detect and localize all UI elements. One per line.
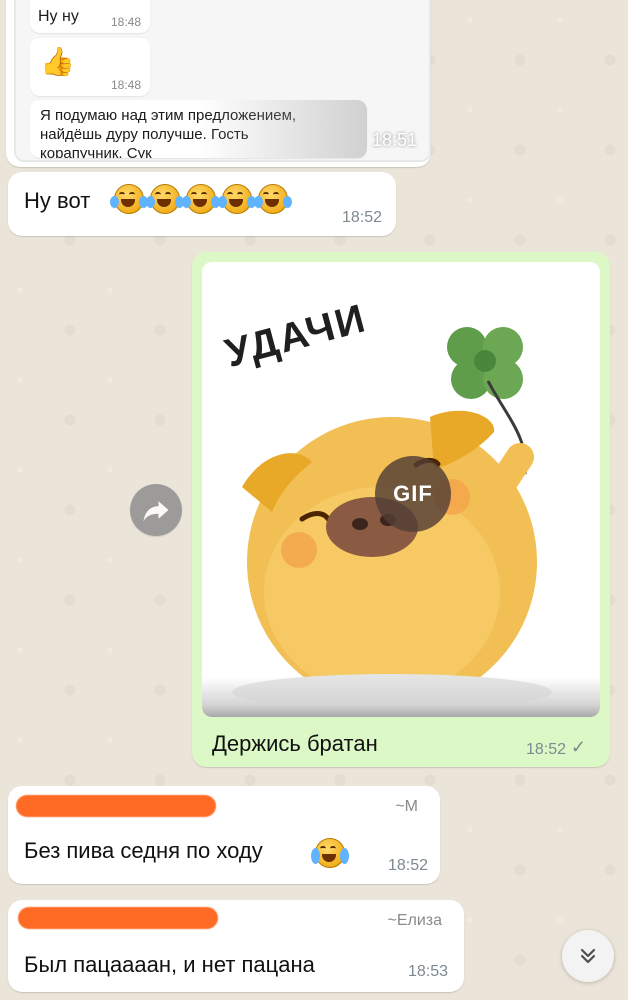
gif-caption: Держись братан — [212, 731, 378, 756]
quoted-message-1: Ну ну 18:48 — [30, 0, 150, 33]
forwarded-block-time: 18:51 — [371, 130, 417, 150]
sender-tag: ~Елиза — [387, 912, 442, 929]
message-text: Без пива седня по ходу — [24, 838, 263, 863]
rolling-on-floor-laughing-icon — [218, 182, 256, 216]
gif-bottom-shadow — [202, 677, 600, 717]
gif-preview[interactable]: УДАЧИ GIF — [202, 262, 600, 717]
message-time: 18:53 — [407, 963, 448, 980]
quoted-message-3-text: Я подумаю над этим предложением, найдёшь… — [40, 107, 297, 158]
redacted-sender-name — [18, 907, 218, 929]
message-text: Был пацаааан, и нет пацана — [24, 952, 315, 977]
double-chevron-down-icon — [580, 948, 596, 964]
rolling-on-floor-laughing-icon — [110, 182, 148, 216]
message-bubble-nu-vot[interactable]: Ну вот 18:52 — [8, 172, 396, 236]
message-time: 18:52 — [341, 209, 382, 226]
thumbs-up-icon: 👍 — [40, 46, 75, 77]
scroll-down-button[interactable] — [562, 930, 614, 982]
quoted-message-1-time: 18:48 — [110, 15, 141, 29]
laughing-emoji-row — [110, 182, 292, 216]
forward-button[interactable] — [130, 484, 182, 536]
rolling-on-floor-laughing-icon — [254, 182, 292, 216]
rolling-on-floor-laughing-icon — [182, 182, 220, 216]
quoted-message-1-text: Ну ну — [38, 8, 79, 25]
quoted-message-2: 👍 18:48 — [30, 38, 150, 96]
gif-play-badge[interactable]: GIF — [375, 456, 451, 532]
read-status-checkmark-icon: ✓ — [570, 737, 586, 757]
gif-time: 18:52 — [525, 741, 566, 758]
forward-arrow-icon — [143, 501, 169, 522]
quoted-message-2-time: 18:48 — [110, 78, 141, 92]
forwarded-messages-bubble[interactable]: Ну ну 18:48 👍 18:48 Я подумаю над этим п… — [6, 0, 431, 167]
message-time: 18:52 — [387, 857, 428, 874]
redacted-sender-name — [16, 795, 216, 817]
sender-tag: ~М — [395, 798, 418, 815]
loudly-crying-face-icon — [311, 836, 349, 870]
incoming-message-bez-piva[interactable]: ~М Без пива седня по ходу 18:52 — [8, 786, 440, 884]
rolling-on-floor-laughing-icon — [146, 182, 184, 216]
message-text: Ну вот — [24, 188, 91, 213]
gif-message-bubble[interactable]: УДАЧИ GIF Держись братан 18:52 ✓ — [192, 252, 610, 767]
quoted-message-3: Я подумаю над этим предложением, найдёшь… — [30, 100, 367, 158]
incoming-message-byl-patsan[interactable]: ~Елиза Был пацаааан, и нет пацана 18:53 — [8, 900, 464, 992]
